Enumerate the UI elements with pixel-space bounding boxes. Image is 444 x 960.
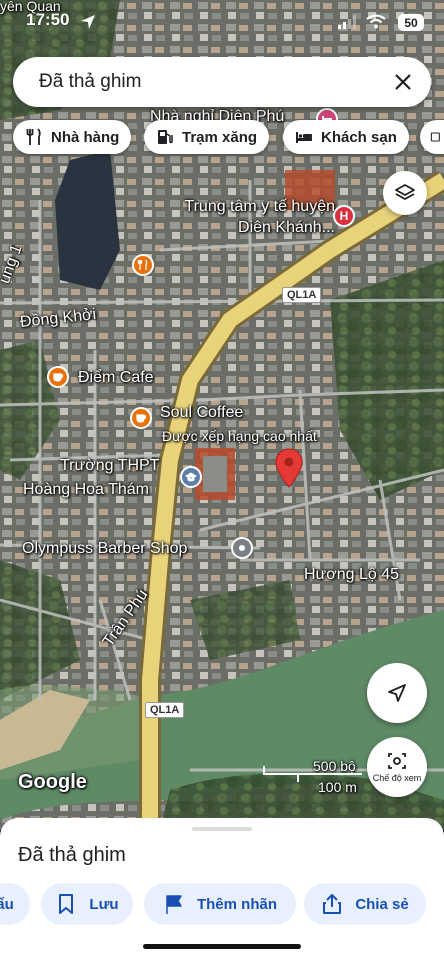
location-arrow-icon: [81, 15, 95, 29]
action-label: Lưu: [89, 895, 119, 913]
my-location-button[interactable]: [367, 663, 427, 723]
map-label-top-rated: Được xếp hạng cao nhất: [162, 428, 317, 444]
chip-label: Khách sạn: [321, 128, 397, 146]
chip-gas-stations[interactable]: Trạm xăng: [144, 120, 270, 154]
signal-icon: [338, 15, 356, 29]
highway-shield: QL1A: [282, 287, 322, 303]
map-label-school-line2[interactable]: Hoàng Hoa Thám: [23, 481, 149, 499]
map-label-diem-cafe[interactable]: Điểm Cafe: [78, 369, 154, 387]
search-bar[interactable]: Đã thả ghim: [13, 57, 431, 107]
save-button[interactable]: Lưu: [41, 883, 133, 925]
google-logo: Google: [18, 771, 87, 793]
highway-shield-bottom: QL1A: [145, 702, 185, 718]
map-label-barber[interactable]: Olympuss Barber Shop: [22, 540, 187, 558]
restaurant-icon: [26, 128, 41, 145]
map-label-school-line1[interactable]: Trường THPT: [60, 457, 159, 475]
action-label: Chia sẻ: [355, 895, 409, 913]
action-label: Thêm nhãn: [196, 895, 277, 913]
wifi-icon: [366, 14, 386, 29]
street-view-label: Chế độ xem: [372, 773, 422, 783]
cafe-pin-icon[interactable]: [130, 407, 152, 429]
satellite-map[interactable]: 17:50 50 yên Quan Nhà nghỉ Diên Phú Trun…: [0, 0, 444, 830]
battery-indicator: 50: [398, 14, 424, 31]
map-label-huong-lo-45: Hương Lộ 45: [304, 566, 400, 583]
map-label-soul-coffee[interactable]: Soul Coffee: [160, 404, 243, 422]
barber-pin-icon[interactable]: [231, 537, 253, 559]
sheet-title: Đã thả ghim: [18, 844, 126, 866]
chip-label: Nhà hàng: [51, 128, 120, 146]
share-icon: [323, 894, 342, 914]
sheet-grab-handle[interactable]: [192, 827, 252, 831]
flag-icon: [166, 895, 182, 914]
scale-bar: [263, 766, 362, 782]
share-button[interactable]: Chia sẻ: [304, 883, 426, 925]
dropped-pin-icon[interactable]: [275, 448, 303, 488]
street-view-button[interactable]: Chế độ xem: [367, 737, 427, 797]
chip-label: Trạm xăng: [182, 128, 258, 146]
restaurant-pin-icon[interactable]: [132, 254, 154, 276]
add-label-button[interactable]: Thêm nhãn: [144, 883, 296, 925]
action-label: ẩu: [0, 895, 14, 913]
map-label-top-left: yên Quan: [0, 0, 61, 14]
cafe-pin-icon[interactable]: [47, 366, 69, 388]
school-pin-icon[interactable]: [180, 466, 202, 488]
more-category-icon: [430, 132, 440, 142]
gas-station-icon: [158, 130, 173, 144]
street-view-icon: [388, 753, 406, 769]
bookmark-icon: [59, 894, 74, 914]
home-indicator[interactable]: [143, 944, 301, 949]
layers-icon: [395, 184, 415, 200]
navigation-arrow-icon: [388, 684, 406, 702]
hospital-pin-icon[interactable]: H: [333, 205, 355, 227]
chip-hotels[interactable]: Khách sạn: [283, 120, 409, 154]
hotel-icon: [296, 132, 312, 143]
chip-restaurants[interactable]: Nhà hàng: [13, 120, 132, 154]
layers-button[interactable]: [383, 171, 427, 215]
close-icon[interactable]: [391, 70, 415, 94]
search-query[interactable]: Đã thả ghim: [39, 71, 141, 93]
map-label-hospital[interactable]: Trung tâm y tế huyện Diên Khánh...: [155, 196, 335, 238]
